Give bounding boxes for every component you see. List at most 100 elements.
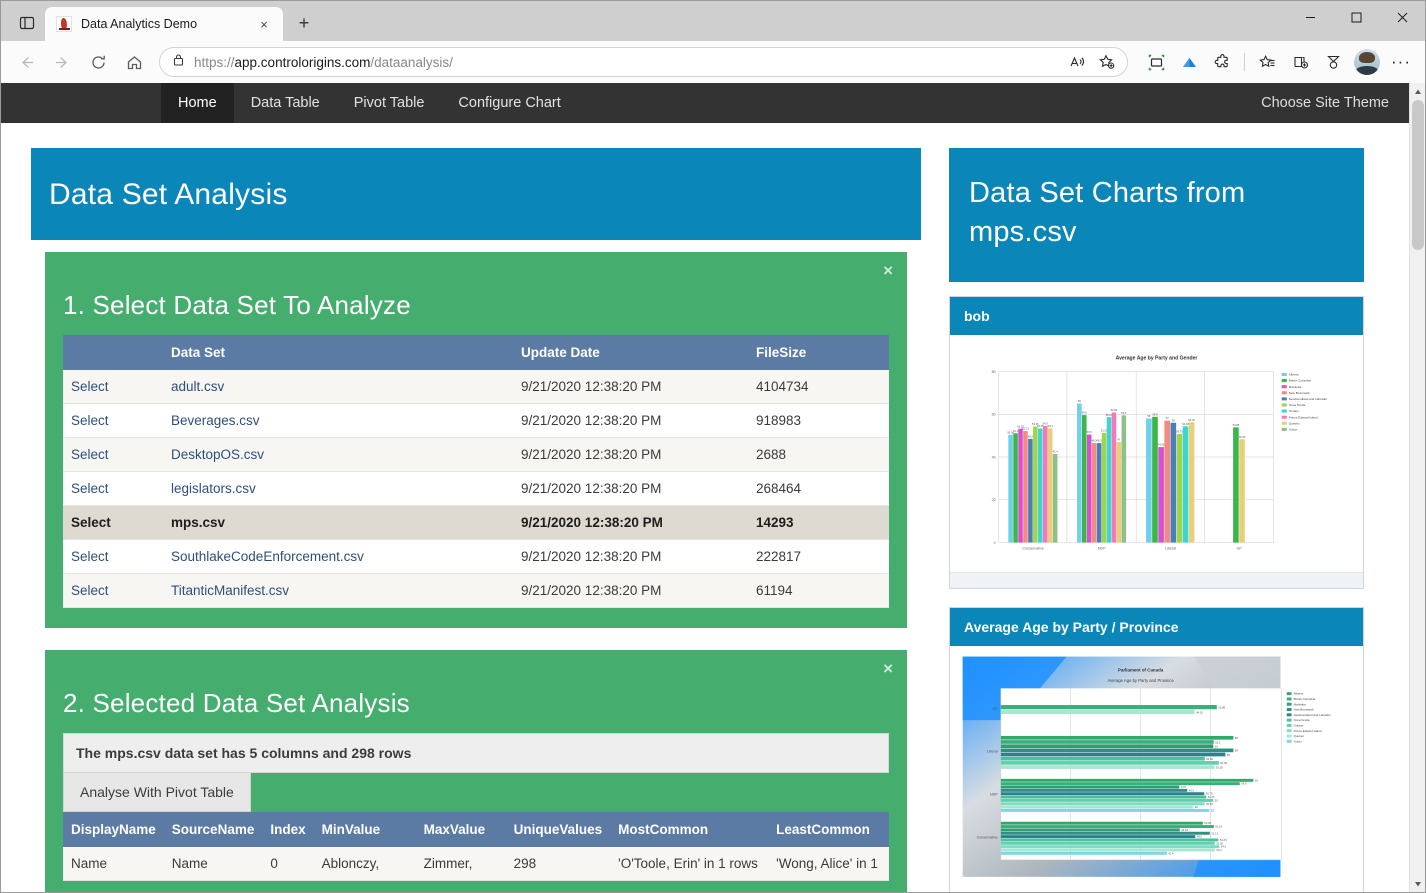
choose-site-theme-link[interactable]: Choose Site Theme bbox=[1241, 83, 1409, 123]
svg-text:41.4: 41.4 bbox=[1168, 851, 1174, 855]
svg-text:50.5: 50.5 bbox=[1087, 430, 1093, 434]
table-row[interactable]: Select Beverages.csv 9/21/2020 12:38:20 … bbox=[63, 404, 889, 438]
select-link[interactable]: Select bbox=[71, 515, 111, 530]
tab-search-icon[interactable] bbox=[9, 7, 45, 39]
chart-card-body: Parliament of Canada Average Age by Part… bbox=[950, 646, 1363, 892]
chart-card-title: bob bbox=[950, 297, 1363, 335]
svg-text:Alberta: Alberta bbox=[1289, 373, 1299, 377]
select-link[interactable]: Select bbox=[71, 379, 109, 394]
extensions-icon[interactable] bbox=[1206, 46, 1238, 78]
dataset-size: 222817 bbox=[748, 540, 889, 574]
scrollbar-track[interactable] bbox=[1410, 100, 1426, 875]
svg-text:Ontario: Ontario bbox=[1294, 724, 1304, 728]
col-min-value: MinValue bbox=[314, 812, 416, 847]
forward-icon[interactable] bbox=[45, 46, 79, 78]
svg-text:53.1: 53.1 bbox=[1215, 740, 1221, 744]
chart-card-avg-age-party-province[interactable]: Average Age by Party / Province bbox=[949, 607, 1364, 892]
svg-text:50.75: 50.75 bbox=[1176, 430, 1183, 434]
col-select bbox=[63, 335, 163, 370]
scroll-down-arrow-icon[interactable] bbox=[1410, 875, 1426, 892]
home-icon[interactable] bbox=[117, 46, 151, 78]
reload-icon[interactable] bbox=[81, 46, 115, 78]
svg-text:Prince Edward Island: Prince Edward Island bbox=[1289, 416, 1318, 420]
maximize-button[interactable] bbox=[1333, 1, 1379, 33]
svg-text:0: 0 bbox=[994, 541, 996, 545]
table-row[interactable]: Select SouthlakeCodeEnforcement.csv 9/21… bbox=[63, 540, 889, 574]
browser-toolbar-icons: ··· bbox=[1136, 46, 1417, 78]
svg-text:GP: GP bbox=[1237, 547, 1243, 551]
table-row[interactable]: Select legislators.csv 9/21/2020 12:38:2… bbox=[63, 472, 889, 506]
dataset-name[interactable]: mps.csv bbox=[171, 515, 225, 530]
browser-essentials-icon[interactable] bbox=[1317, 46, 1349, 78]
cell-max-value: Zimmer, bbox=[416, 847, 506, 881]
svg-text:20: 20 bbox=[992, 498, 996, 502]
read-aloud-icon[interactable] bbox=[1063, 49, 1091, 75]
select-link[interactable]: Select bbox=[71, 481, 109, 496]
horizontal-bar-chart-thumbnail: Parliament of Canada Average Age by Part… bbox=[950, 646, 1363, 892]
table-row-selected[interactable]: Select mps.csv 9/21/2020 12:38:20 PM 142… bbox=[63, 506, 889, 540]
chart-card-bob[interactable]: bob Average Age by Party and Gender bbox=[949, 296, 1364, 589]
dataset-name[interactable]: adult.csv bbox=[171, 379, 224, 394]
cell-most-common: 'O'Toole, Erin' in 1 rows bbox=[610, 847, 768, 881]
close-window-button[interactable] bbox=[1379, 1, 1425, 33]
select-link[interactable]: Select bbox=[71, 413, 109, 428]
svg-text:Parliament of Canada: Parliament of Canada bbox=[1118, 668, 1164, 673]
table-row[interactable]: Select DesktopOS.csv 9/21/2020 12:38:20 … bbox=[63, 438, 889, 472]
svg-text:54.5: 54.5 bbox=[1221, 845, 1227, 849]
table-row: Name Name 0 Ablonczy, Zimmer, 298 'O'Too… bbox=[63, 847, 889, 881]
close-icon[interactable]: × bbox=[883, 659, 893, 679]
svg-text:Conservative: Conservative bbox=[1022, 547, 1043, 551]
profile-avatar[interactable] bbox=[1354, 49, 1380, 75]
dataset-date: 9/21/2020 12:38:20 PM bbox=[513, 438, 748, 472]
browser-tab[interactable]: Data Analytics Demo × bbox=[45, 7, 283, 41]
settings-ellipsis-icon[interactable]: ··· bbox=[1385, 46, 1417, 78]
minimize-button[interactable] bbox=[1287, 1, 1333, 33]
nav-item-pivot-table[interactable]: Pivot Table bbox=[337, 83, 442, 123]
nav-item-configure-chart[interactable]: Configure Chart bbox=[441, 83, 577, 123]
analyse-with-pivot-table-button[interactable]: Analyse With Pivot Table bbox=[63, 773, 251, 812]
svg-text:New Brunswick: New Brunswick bbox=[1289, 391, 1310, 395]
chart-card-body: Average Age by Party and Gender bbox=[950, 335, 1363, 572]
dataset-name[interactable]: Beverages.csv bbox=[171, 413, 260, 428]
select-link[interactable]: Select bbox=[71, 549, 109, 564]
dataset-name[interactable]: TitanticManifest.csv bbox=[171, 583, 289, 598]
dataset-size: 14293 bbox=[748, 506, 889, 540]
favorites-icon[interactable] bbox=[1251, 46, 1283, 78]
tab-close-icon[interactable]: × bbox=[253, 13, 275, 35]
col-most-common: MostCommon bbox=[610, 812, 768, 847]
select-link[interactable]: Select bbox=[71, 583, 109, 598]
scrollbar-thumb[interactable] bbox=[1412, 100, 1424, 250]
svg-text:Manitoba: Manitoba bbox=[1294, 702, 1307, 706]
table-row[interactable]: Select adult.csv 9/21/2020 12:38:20 PM 4… bbox=[63, 370, 889, 404]
page-scrollbar[interactable] bbox=[1409, 83, 1425, 892]
svg-text:48.5: 48.5 bbox=[1028, 435, 1034, 439]
svg-text:44.5: 44.5 bbox=[1181, 785, 1187, 789]
table-row[interactable]: Select TitanticManifest.csv 9/21/2020 12… bbox=[63, 574, 889, 608]
svg-text:48: 48 bbox=[1195, 805, 1198, 809]
screenshot-icon[interactable] bbox=[1140, 46, 1172, 78]
svg-text:59.5: 59.5 bbox=[1121, 411, 1127, 415]
nav-item-data-table[interactable]: Data Table bbox=[234, 83, 337, 123]
dataset-date: 9/21/2020 12:38:20 PM bbox=[513, 574, 748, 608]
collections-icon[interactable] bbox=[1284, 46, 1316, 78]
select-link[interactable]: Select bbox=[71, 447, 109, 462]
add-favorite-icon[interactable] bbox=[1093, 49, 1121, 75]
close-icon[interactable]: × bbox=[883, 261, 893, 281]
page-title-banner: Data Set Analysis bbox=[31, 148, 921, 240]
svg-text:Quebec: Quebec bbox=[1289, 422, 1300, 426]
new-tab-button[interactable]: + bbox=[289, 8, 319, 38]
svg-text:New Brunswick: New Brunswick bbox=[1294, 708, 1315, 712]
address-bar[interactable]: https://app.controlorigins.com/dataanaly… bbox=[159, 47, 1128, 77]
dataset-size: 4104734 bbox=[748, 370, 889, 404]
svg-text:50.86: 50.86 bbox=[1206, 757, 1213, 761]
svg-text:63: 63 bbox=[1255, 778, 1258, 782]
triangle-icon[interactable] bbox=[1173, 46, 1205, 78]
dataset-name[interactable]: legislators.csv bbox=[171, 481, 256, 496]
svg-text:53.14: 53.14 bbox=[1215, 825, 1222, 829]
scroll-up-arrow-icon[interactable] bbox=[1410, 83, 1426, 100]
analysis-heading: 2. Selected Data Set Analysis bbox=[63, 688, 889, 719]
dataset-name[interactable]: DesktopOS.csv bbox=[171, 447, 264, 462]
dataset-name[interactable]: SouthlakeCodeEnforcement.csv bbox=[171, 549, 364, 564]
nav-item-home[interactable]: Home bbox=[161, 83, 234, 123]
back-icon[interactable] bbox=[9, 46, 43, 78]
